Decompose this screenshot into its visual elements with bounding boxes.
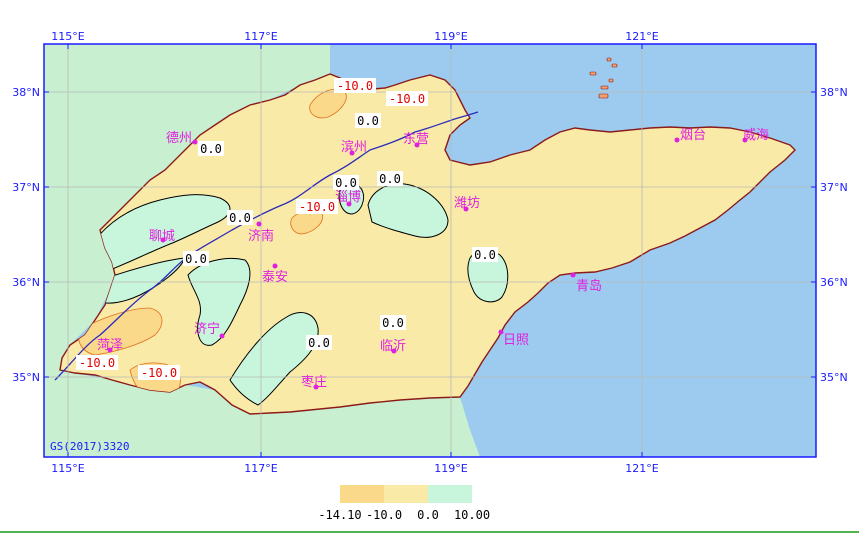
precipitation-anomaly-map: 115°E 117°E 119°E 121°E 115°E 117°E 119°… xyxy=(12,30,848,522)
contour-label-10: 0.0 xyxy=(472,247,498,262)
lon-label-117-bottom: 117°E xyxy=(244,462,277,475)
lat-label-35: 35°N xyxy=(12,371,40,384)
lon-label-121: 121°E xyxy=(625,30,658,43)
city-label-liaocheng: 聊城 xyxy=(149,229,175,244)
city-label-zaozhuang: 枣庄 xyxy=(301,374,327,390)
city-label-linyi: 临沂 xyxy=(380,339,406,354)
lon-label-121-bottom: 121°E xyxy=(625,462,658,475)
legend-swatch-high xyxy=(428,485,472,503)
svg-text:-10.0: -10.0 xyxy=(79,356,115,370)
longitude-labels-top: 115°E 117°E 119°E 121°E xyxy=(51,30,658,43)
svg-text:-10.0: -10.0 xyxy=(141,366,177,380)
city-dot-dezhou xyxy=(192,139,198,145)
lon-label-115: 115°E xyxy=(51,30,84,43)
latitude-labels-right: 38°N 37°N 36°N 35°N xyxy=(820,86,848,384)
bottom-divider xyxy=(0,531,859,533)
city-label-weihai: 威海 xyxy=(743,128,769,143)
legend-swatch-base xyxy=(384,485,428,503)
city-label-jinan: 济南 xyxy=(248,228,274,244)
contour-label-6: 0.0 xyxy=(377,171,403,186)
city-dot-jinan xyxy=(256,221,262,227)
contour-label-9: 0.0 xyxy=(183,251,209,266)
lat-label-38-right: 38°N xyxy=(820,86,848,99)
svg-text:0.0: 0.0 xyxy=(229,211,251,225)
city-label-heze: 菏泽 xyxy=(97,338,123,353)
contour-label-12: 0.0 xyxy=(306,335,332,350)
longitude-labels-bottom: 115°E 117°E 119°E 121°E xyxy=(51,462,658,475)
city-label-jining: 济宁 xyxy=(194,321,220,337)
legend-tick-4: 10.00 xyxy=(454,508,490,522)
city-label-dongying: 东营 xyxy=(403,132,429,147)
latitude-labels-left: 38°N 37°N 36°N 35°N xyxy=(12,86,40,384)
svg-text:0.0: 0.0 xyxy=(357,114,379,128)
city-dot-jining xyxy=(219,333,225,339)
map-credit: GS(2017)3320 xyxy=(50,440,129,453)
lat-label-37: 37°N xyxy=(12,181,40,194)
lat-label-36-right: 36°N xyxy=(820,276,848,289)
lat-label-37-right: 37°N xyxy=(820,181,848,194)
city-label-qingdao: 青岛 xyxy=(576,278,602,294)
lat-label-38: 38°N xyxy=(12,86,40,99)
city-dot-yantai xyxy=(674,137,680,143)
city-label-dezhou: 德州 xyxy=(166,131,192,146)
legend-tick-2: -10.0 xyxy=(366,508,402,522)
contour-label-14: -10.0 xyxy=(138,365,180,380)
contour-label-8: 0.0 xyxy=(227,210,253,225)
city-dot-qingdao xyxy=(570,272,576,278)
legend-swatch-low xyxy=(340,485,384,503)
city-label-zibo: 淄博 xyxy=(335,190,361,205)
city-label-taian: 泰安 xyxy=(262,270,288,285)
svg-text:0.0: 0.0 xyxy=(200,142,222,156)
svg-text:0.0: 0.0 xyxy=(335,176,357,190)
contour-label-5: 0.0 xyxy=(333,175,359,190)
svg-text:-10.0: -10.0 xyxy=(337,79,373,93)
lon-label-115-bottom: 115°E xyxy=(51,462,84,475)
lat-label-36: 36°N xyxy=(12,276,40,289)
svg-text:-10.0: -10.0 xyxy=(389,92,425,106)
svg-text:-10.0: -10.0 xyxy=(299,200,335,214)
svg-text:0.0: 0.0 xyxy=(379,172,401,186)
svg-text:0.0: 0.0 xyxy=(308,336,330,350)
contour-label-3: 0.0 xyxy=(355,113,381,128)
contour-label-13: -10.0 xyxy=(76,355,118,370)
contour-label-7: -10.0 xyxy=(296,199,338,214)
lon-label-119: 119°E xyxy=(434,30,467,43)
contour-label-2: -10.0 xyxy=(386,91,428,106)
city-label-binzhou: 滨州 xyxy=(341,139,367,155)
city-label-weifang: 潍坊 xyxy=(454,196,480,211)
contour-label-1: -10.0 xyxy=(334,78,376,93)
city-label-yantai: 烟台 xyxy=(680,128,706,143)
svg-text:0.0: 0.0 xyxy=(474,248,496,262)
lat-label-35-right: 35°N xyxy=(820,371,848,384)
lon-label-117: 117°E xyxy=(244,30,277,43)
color-legend: -14.10 -10.0 0.0 10.00 xyxy=(318,485,490,522)
legend-tick-3: 0.0 xyxy=(417,508,439,522)
svg-text:0.0: 0.0 xyxy=(185,252,207,266)
lon-label-119-bottom: 119°E xyxy=(434,462,467,475)
legend-tick-1: -14.10 xyxy=(318,508,361,522)
contour-label-4: 0.0 xyxy=(198,141,224,156)
contour-label-11: 0.0 xyxy=(380,315,406,330)
city-label-rizhao: 日照 xyxy=(503,333,529,348)
svg-text:0.0: 0.0 xyxy=(382,316,404,330)
city-dot-taian xyxy=(272,263,278,269)
